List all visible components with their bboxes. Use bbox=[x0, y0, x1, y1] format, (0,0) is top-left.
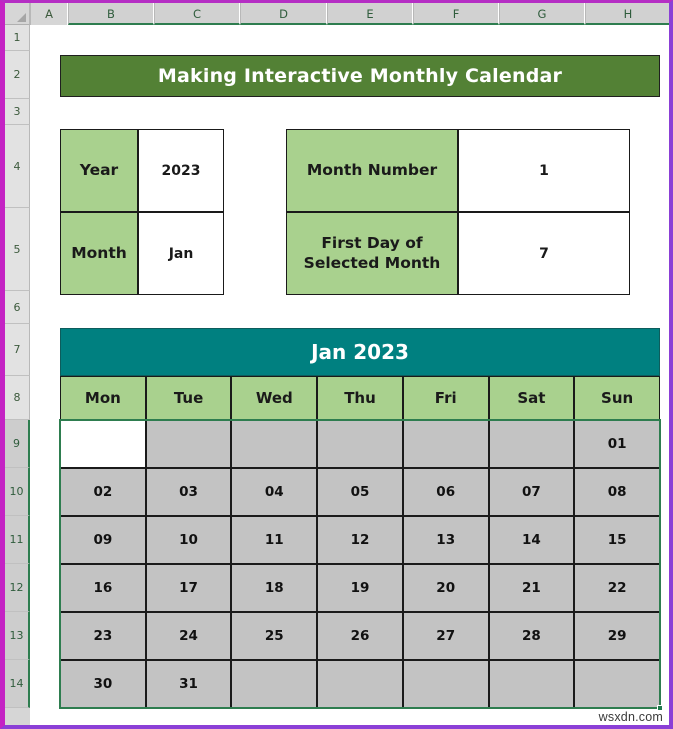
month-label-cell[interactable]: Month bbox=[60, 212, 138, 295]
calendar-day-empty[interactable] bbox=[488, 420, 575, 468]
calendar-day-02[interactable]: 02 bbox=[60, 468, 146, 516]
weekday-header-mon[interactable]: Mon bbox=[60, 376, 146, 420]
calendar-day-21[interactable]: 21 bbox=[488, 564, 575, 612]
calendar-day-19[interactable]: 19 bbox=[317, 564, 403, 612]
year-label-cell[interactable]: Year bbox=[60, 129, 138, 212]
column-header-g[interactable]: G bbox=[499, 3, 585, 25]
calendar-day-07[interactable]: 07 bbox=[488, 468, 575, 516]
month-label-text: Month bbox=[71, 243, 127, 262]
column-header-c[interactable]: C bbox=[154, 3, 240, 25]
row-header-11[interactable]: 11 bbox=[5, 516, 30, 564]
calendar-day-24[interactable]: 24 bbox=[145, 612, 232, 660]
month-value-text: Jan bbox=[168, 245, 194, 262]
calendar-day-empty[interactable] bbox=[402, 420, 489, 468]
first-day-value-text: 7 bbox=[539, 245, 549, 262]
calendar-day-28[interactable]: 28 bbox=[488, 612, 575, 660]
calendar-day-01[interactable]: 01 bbox=[574, 420, 660, 468]
row-header-2[interactable]: 2 bbox=[5, 51, 30, 99]
row-header-10[interactable]: 10 bbox=[5, 468, 30, 516]
weekday-header-thu[interactable]: Thu bbox=[317, 376, 403, 420]
calendar-day-14[interactable]: 14 bbox=[488, 516, 575, 564]
column-header-e[interactable]: E bbox=[327, 3, 413, 25]
calendar-day-13[interactable]: 13 bbox=[402, 516, 489, 564]
row-header-12[interactable]: 12 bbox=[5, 564, 30, 612]
calendar-day-06[interactable]: 06 bbox=[402, 468, 489, 516]
calendar-day-25[interactable]: 25 bbox=[231, 612, 318, 660]
weekday-header-sat[interactable]: Sat bbox=[488, 376, 575, 420]
calendar-day-30[interactable]: 30 bbox=[60, 660, 146, 708]
month-number-label-cell[interactable]: Month Number bbox=[286, 129, 458, 212]
calendar-day-empty[interactable] bbox=[402, 660, 489, 708]
weekday-header-sun[interactable]: Sun bbox=[574, 376, 660, 420]
row-header-14[interactable]: 14 bbox=[5, 660, 30, 708]
calendar-day-04[interactable]: 04 bbox=[231, 468, 318, 516]
sheet-title-text: Making Interactive Monthly Calendar bbox=[157, 65, 563, 87]
calendar-day-empty[interactable] bbox=[231, 420, 318, 468]
calendar-day-10[interactable]: 10 bbox=[145, 516, 232, 564]
month-value-cell[interactable]: Jan bbox=[138, 212, 224, 295]
row-header-3[interactable]: 3 bbox=[5, 99, 30, 125]
calendar-day-empty[interactable] bbox=[145, 420, 232, 468]
month-number-value-cell[interactable]: 1 bbox=[458, 129, 630, 212]
row-header-4[interactable]: 4 bbox=[5, 125, 30, 208]
row-header-column: 1 2 3 4 5 6 7 8 9 10 11 12 13 14 bbox=[5, 25, 30, 725]
month-number-label-text: Month Number bbox=[306, 160, 438, 179]
watermark-text: wsxdn.com bbox=[598, 710, 663, 724]
row-header-9[interactable]: 9 bbox=[5, 420, 30, 468]
calendar-day-05[interactable]: 05 bbox=[317, 468, 403, 516]
year-value-text: 2023 bbox=[161, 162, 201, 179]
row-header-8[interactable]: 8 bbox=[5, 376, 30, 420]
calendar-day-15[interactable]: 15 bbox=[574, 516, 660, 564]
first-day-label-text: First Day of Selected Month bbox=[303, 234, 441, 272]
column-header-f[interactable]: F bbox=[413, 3, 499, 25]
calendar-day-18[interactable]: 18 bbox=[231, 564, 318, 612]
year-value-cell[interactable]: 2023 bbox=[138, 129, 224, 212]
calendar-day-27[interactable]: 27 bbox=[402, 612, 489, 660]
calendar-day-empty[interactable] bbox=[231, 660, 318, 708]
calendar-month-text: Jan 2023 bbox=[311, 340, 409, 364]
calendar-day-20[interactable]: 20 bbox=[402, 564, 489, 612]
row-header-7[interactable]: 7 bbox=[5, 324, 30, 376]
calendar-day-29[interactable]: 29 bbox=[574, 612, 660, 660]
first-day-value-cell[interactable]: 7 bbox=[458, 212, 630, 295]
row-header-1[interactable]: 1 bbox=[5, 25, 30, 51]
weekday-header-wed[interactable]: Wed bbox=[231, 376, 318, 420]
column-header-d[interactable]: D bbox=[240, 3, 327, 25]
excel-window: ABCDEFGH 1 2 3 4 5 6 7 8 9 10 11 12 13 14 Making Inte… bbox=[0, 0, 673, 729]
calendar-day-12[interactable]: 12 bbox=[317, 516, 403, 564]
calendar-day-empty[interactable] bbox=[488, 660, 575, 708]
calendar-day-empty[interactable] bbox=[317, 420, 403, 468]
spreadsheet-grid: ABCDEFGH 1 2 3 4 5 6 7 8 9 10 11 12 13 14 Making Inte… bbox=[5, 3, 669, 725]
calendar-day-08[interactable]: 08 bbox=[574, 468, 660, 516]
sheet-title-banner[interactable]: Making Interactive Monthly Calendar bbox=[60, 55, 660, 97]
calendar-day-empty[interactable] bbox=[60, 420, 146, 468]
calendar-day-09[interactable]: 09 bbox=[60, 516, 146, 564]
calendar-day-17[interactable]: 17 bbox=[145, 564, 232, 612]
column-header-row: ABCDEFGH bbox=[5, 3, 669, 25]
first-day-label-cell[interactable]: First Day of Selected Month bbox=[286, 212, 458, 295]
select-all-corner[interactable] bbox=[5, 3, 30, 25]
sheet-body[interactable]: Making Interactive Monthly Calendar Year… bbox=[30, 25, 669, 725]
calendar-day-22[interactable]: 22 bbox=[574, 564, 660, 612]
calendar-day-16[interactable]: 16 bbox=[60, 564, 146, 612]
select-all-triangle-icon bbox=[17, 13, 26, 22]
calendar-month-banner[interactable]: Jan 2023 bbox=[60, 328, 660, 376]
column-header-h[interactable]: H bbox=[585, 3, 669, 25]
calendar-day-11[interactable]: 11 bbox=[231, 516, 318, 564]
year-label-text: Year bbox=[79, 160, 119, 179]
calendar-day-26[interactable]: 26 bbox=[317, 612, 403, 660]
row-header-5[interactable]: 5 bbox=[5, 208, 30, 291]
weekday-header-fri[interactable]: Fri bbox=[402, 376, 489, 420]
calendar-day-empty[interactable] bbox=[317, 660, 403, 708]
row-header-6[interactable]: 6 bbox=[5, 291, 30, 324]
column-header-b[interactable]: B bbox=[68, 3, 154, 25]
calendar-day-31[interactable]: 31 bbox=[145, 660, 232, 708]
column-header-a[interactable]: A bbox=[30, 3, 68, 25]
weekday-header-tue[interactable]: Tue bbox=[145, 376, 232, 420]
row-header-13[interactable]: 13 bbox=[5, 612, 30, 660]
month-number-value-text: 1 bbox=[539, 162, 549, 179]
calendar-day-03[interactable]: 03 bbox=[145, 468, 232, 516]
calendar-day-23[interactable]: 23 bbox=[60, 612, 146, 660]
calendar-day-empty[interactable] bbox=[574, 660, 660, 708]
